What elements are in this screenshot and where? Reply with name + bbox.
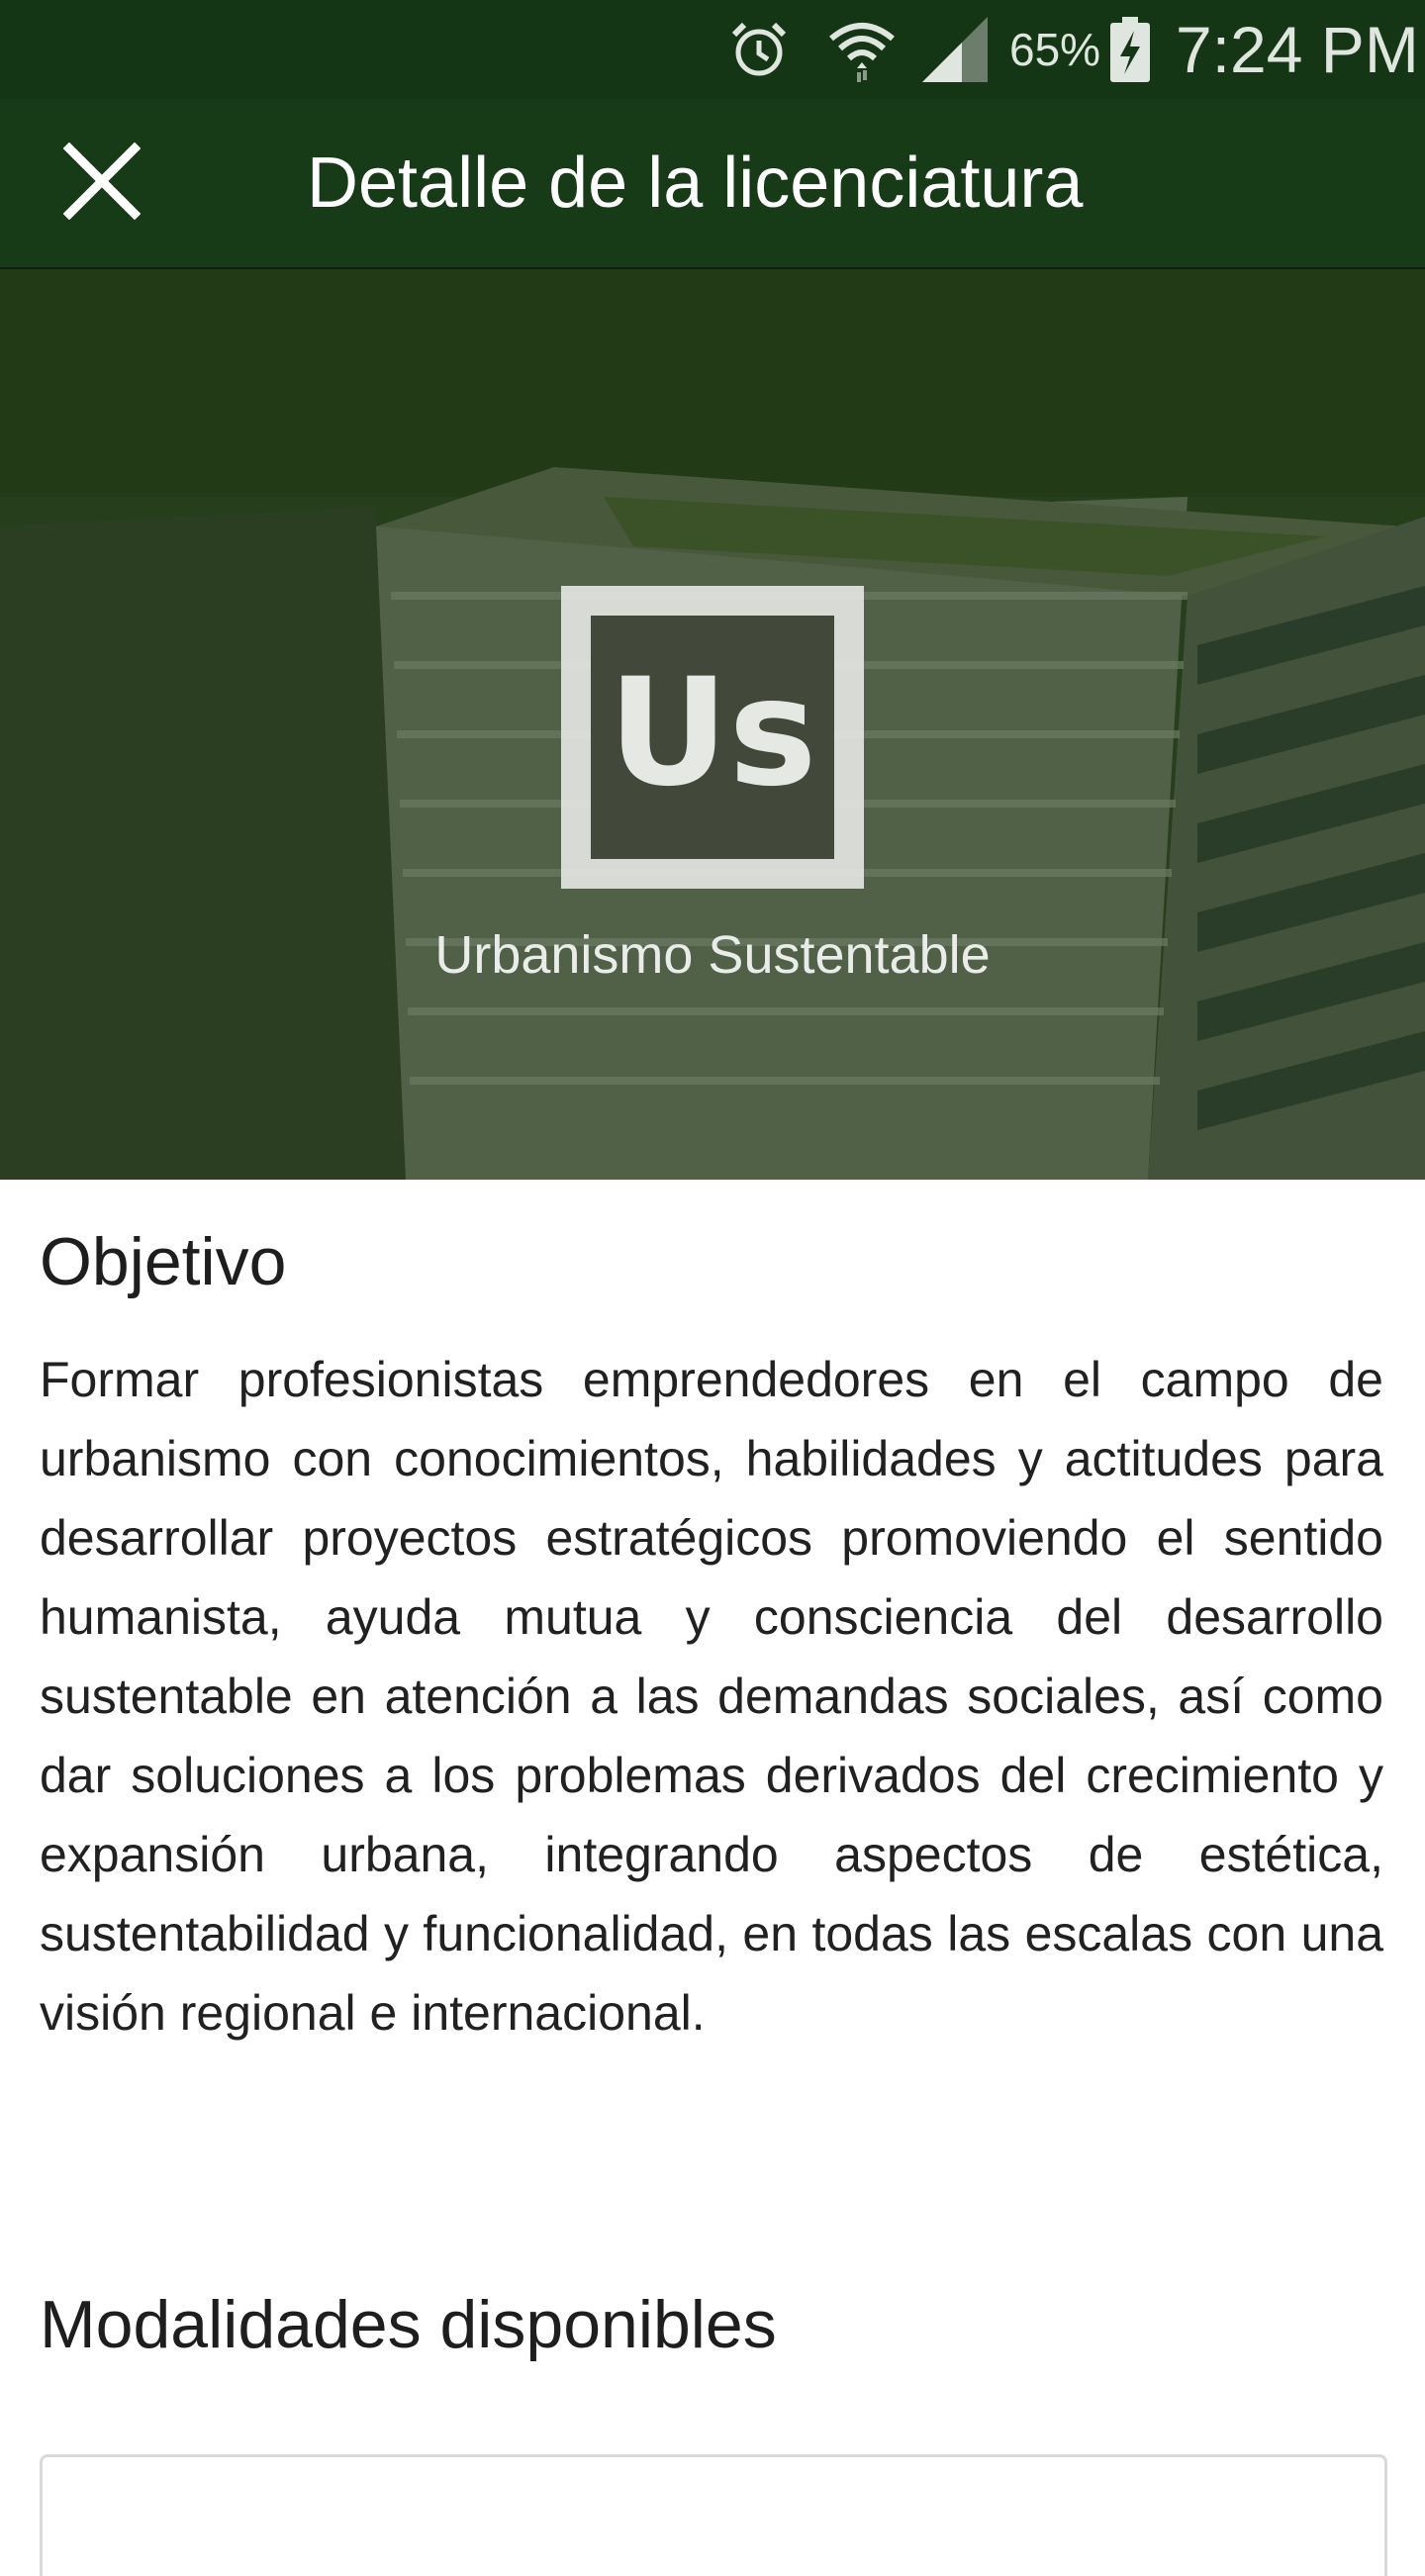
signal-icon [922,0,988,99]
objetivo-text: Formar profesionistas emprendedores en e… [40,1352,1383,2041]
program-logo: Us [561,586,864,889]
close-button[interactable] [53,135,150,232]
modalidades-heading: Modalidades disponibles [40,2287,777,2362]
page-title: Detalle de la licenciatura [307,143,1084,223]
battery-percent: 65% [1009,24,1101,75]
app-bar: Detalle de la licenciatura [0,99,1425,269]
status-bar: 65% 7:24 PM [0,0,1425,99]
logo-text: Us [608,647,816,819]
program-name: Urbanismo Sustentable [434,925,991,985]
modalidad-card[interactable] [40,2454,1387,2576]
objetivo-heading: Objetivo [40,1224,287,1299]
clock: 7:24 PM [1176,13,1419,86]
close-icon [62,142,142,225]
hero-banner: Us Urbanismo Sustentable [0,269,1425,1180]
wifi-icon [827,0,897,99]
battery-charging-icon [1110,0,1150,99]
alarm-icon [728,0,794,99]
